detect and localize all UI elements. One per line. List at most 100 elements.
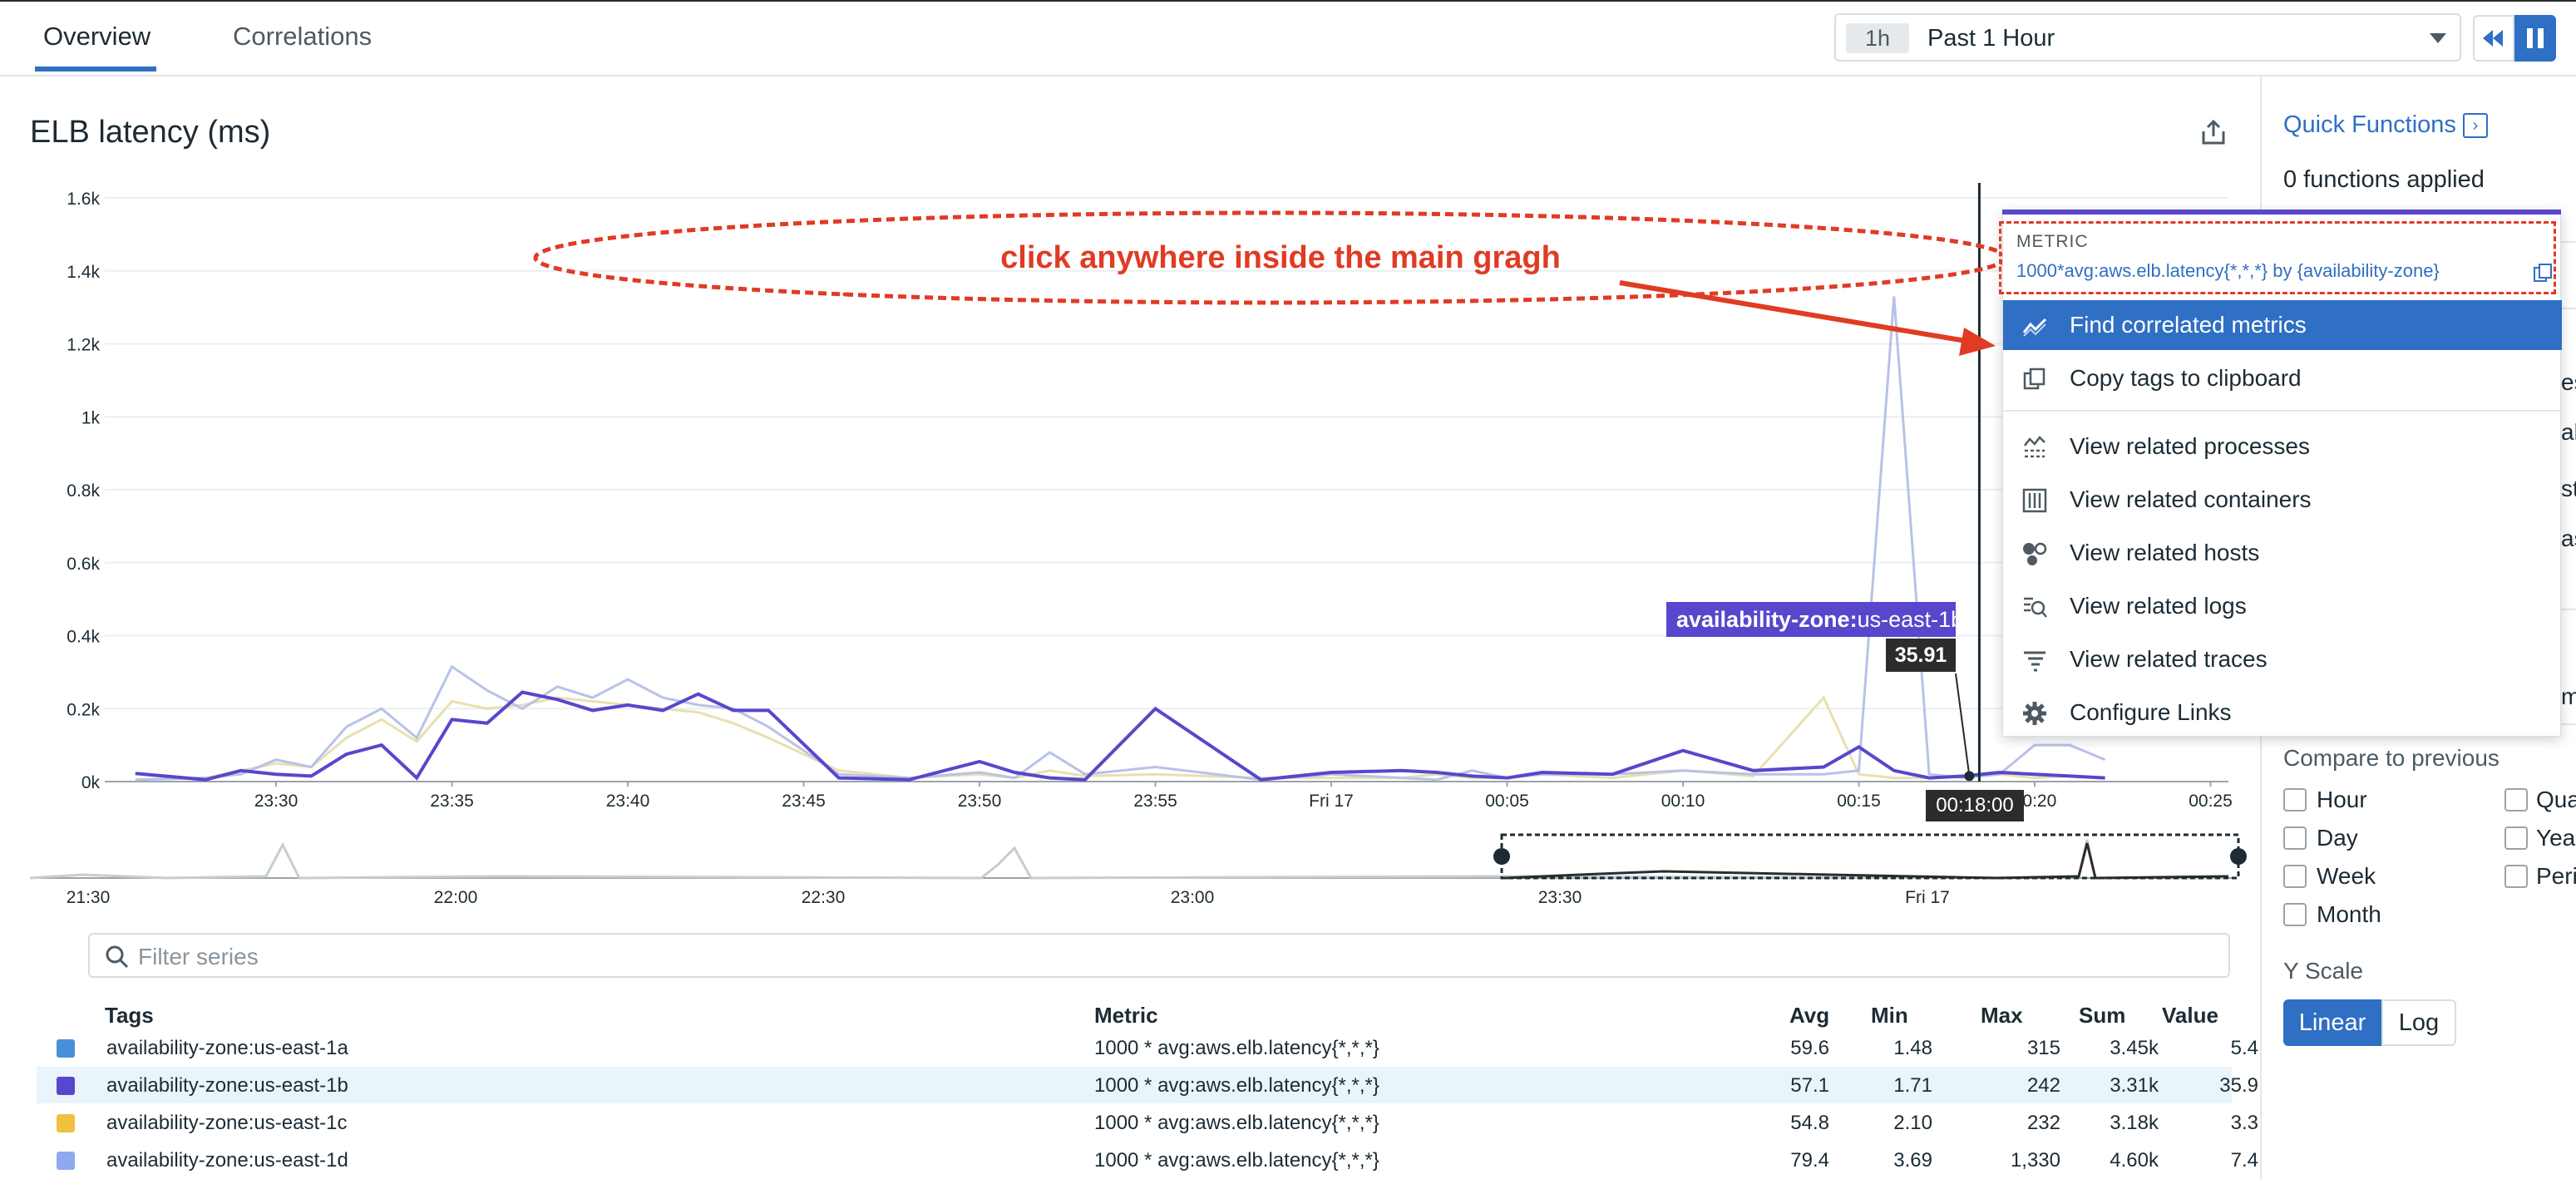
menu-item-copy-tags[interactable]: Copy tags to clipboard [2003, 353, 2562, 403]
cell-avg: 57.1 [1790, 1074, 1829, 1097]
checkbox-day[interactable] [2283, 826, 2307, 850]
pause-button[interactable] [2514, 15, 2556, 62]
cell-metric: 1000 * avg:aws.elb.latency{*,*,*} [1094, 1112, 1379, 1134]
checkbox-label-day: Day [2317, 825, 2358, 851]
series-line [135, 690, 2105, 782]
logs-icon [2024, 597, 2047, 618]
cell-max: 1,330 [2010, 1149, 2060, 1172]
checkbox-month[interactable] [2283, 903, 2307, 926]
y-tick-label: 0.2k [67, 700, 100, 719]
time-range-selector[interactable]: 1h Past 1 Hour [1834, 13, 2461, 62]
table-row[interactable]: availability-zone:us-east-1c 1000 * avg:a… [37, 1104, 2258, 1141]
menu-item-view-related-processes[interactable]: View related processes [2003, 422, 2562, 471]
tooltip-value: 35.91 [1886, 639, 1956, 672]
y-tick-label: 0k [81, 773, 101, 792]
column-header-metric[interactable]: Metric [1094, 1003, 1158, 1029]
cell-max: 232 [2026, 1112, 2060, 1134]
expand-icon[interactable]: › [2463, 113, 2488, 138]
time-range-label: Past 1 Hour [1927, 25, 2055, 52]
overview-tick-label: 21:30 [67, 888, 111, 907]
checkbox-hour[interactable] [2283, 788, 2307, 811]
menu-item-configure-links[interactable]: Configure Links [2003, 688, 2562, 737]
checkbox-label-month: Month [2317, 901, 2381, 927]
x-tick-label: 23:40 [606, 792, 650, 811]
y-scale-linear-button[interactable]: Linear [2283, 999, 2381, 1046]
header-divider [0, 75, 2576, 76]
cell-max: 242 [2026, 1074, 2060, 1097]
menu-item-view-related-containers[interactable]: View related containers [2003, 475, 2562, 525]
cell-value: 7.4 [2230, 1149, 2258, 1172]
table-row[interactable]: availability-zone:us-east-1a 1000 * avg:a… [37, 1029, 2258, 1066]
y-tick-label: 1.6k [67, 190, 100, 209]
checkbox-week[interactable] [2283, 865, 2307, 888]
menu-item-label: View related processes [2070, 433, 2310, 459]
cell-sum: 4.60k [2110, 1149, 2159, 1172]
overview-tick-label: 22:30 [802, 888, 846, 907]
filter-series-input[interactable]: Filter series [88, 933, 2230, 978]
cell-tag: availability-zone:us-east-1d [106, 1149, 348, 1172]
checkbox-quarter[interactable] [2504, 788, 2528, 811]
pause-icon [2527, 28, 2544, 48]
menu-item-view-related-traces[interactable]: View related traces [2003, 634, 2562, 684]
y-tick-label: 0.4k [67, 628, 100, 647]
y-tick-label: 1k [81, 408, 101, 427]
checkbox-year[interactable] [2504, 826, 2528, 850]
tab-correlations[interactable]: Correlations [233, 22, 372, 52]
series-color-swatch [57, 1077, 75, 1095]
search-icon [106, 945, 129, 969]
cell-avg: 54.8 [1790, 1112, 1829, 1134]
cell-min: 1.71 [1893, 1074, 1932, 1097]
menu-item-label: Find correlated metrics [2070, 312, 2307, 338]
menu-item-view-related-hosts[interactable]: View related hosts [2003, 528, 2562, 578]
compare-title: Compare to previous [2283, 745, 2500, 771]
cell-sum: 3.45k [2110, 1037, 2159, 1059]
rewind-button[interactable] [2473, 15, 2514, 62]
cell-metric: 1000 * avg:aws.elb.latency{*,*,*} [1094, 1074, 1379, 1097]
overview-tick-label: 22:00 [434, 888, 478, 907]
x-tick-label: 00:25 [2189, 792, 2233, 811]
annotation-metric-box [1999, 221, 2556, 294]
hidden-fragment: ali [2561, 419, 2576, 445]
overview-series [29, 839, 2228, 880]
chart-title: ELB latency (ms) [30, 115, 271, 150]
series-color-swatch [57, 1039, 75, 1058]
checkbox-label-hour: Hour [2317, 787, 2367, 812]
tab-overview[interactable]: Overview [43, 22, 151, 52]
cell-avg: 59.6 [1790, 1037, 1829, 1059]
overview-tick-label: Fri 17 [1905, 888, 1950, 907]
series-line [135, 296, 2106, 782]
cell-tag: availability-zone:us-east-1a [106, 1037, 348, 1059]
menu-item-find-correlated-metrics[interactable]: Find correlated metrics [2003, 300, 2562, 350]
table-row[interactable]: availability-zone:us-east-1d 1000 * avg:a… [37, 1142, 2258, 1178]
overview-chart[interactable]: 21:30 22:00 22:30 23:00 23:30 Fri 17 [0, 831, 2262, 915]
table-row[interactable]: availability-zone:us-east-1b 1000 * avg:a… [37, 1067, 2258, 1103]
y-scale-log-button[interactable]: Log [2381, 999, 2456, 1046]
menu-item-label: View related hosts [2070, 540, 2260, 565]
x-tick-label: Fri 17 [1309, 792, 1354, 811]
menu-item-label: Copy tags to clipboard [2070, 365, 2302, 391]
x-tick-label: 23:50 [958, 792, 1002, 811]
column-header-max[interactable]: Max [1981, 1003, 2023, 1029]
checkbox-period[interactable] [2504, 865, 2528, 888]
export-icon[interactable] [2198, 118, 2228, 148]
series-color-swatch [57, 1114, 75, 1132]
column-header-tags[interactable]: Tags [105, 1003, 154, 1029]
cell-value: 3.3 [2230, 1112, 2258, 1134]
tooltip-tag-value: us-east-1b [1857, 607, 1964, 632]
x-tick-label: 23:30 [254, 792, 299, 811]
traces-icon [2024, 651, 2046, 672]
menu-item-view-related-logs[interactable]: View related logs [2003, 581, 2562, 631]
cell-sum: 3.18k [2110, 1112, 2159, 1134]
cell-avg: 79.4 [1790, 1149, 1829, 1172]
overview-handle-left [1493, 848, 1510, 865]
hidden-fragment: as [2561, 525, 2576, 551]
column-header-sum[interactable]: Sum [2079, 1003, 2125, 1029]
functions-applied-text: 0 functions applied [2283, 166, 2485, 193]
cell-metric: 1000 * avg:aws.elb.latency{*,*,*} [1094, 1149, 1379, 1172]
column-header-min[interactable]: Min [1871, 1003, 1908, 1029]
main-chart[interactable]: 1.6k 1.4k 1.2k 1k 0.8k 0.6k 0.4k 0.2k 0k 23:30 23:… [0, 183, 2262, 831]
quick-functions-title[interactable]: Quick Functions [2283, 111, 2456, 139]
column-header-avg[interactable]: Avg [1789, 1003, 1829, 1029]
overview-selection [1500, 833, 2240, 880]
column-header-value[interactable]: Value [2162, 1003, 2218, 1029]
